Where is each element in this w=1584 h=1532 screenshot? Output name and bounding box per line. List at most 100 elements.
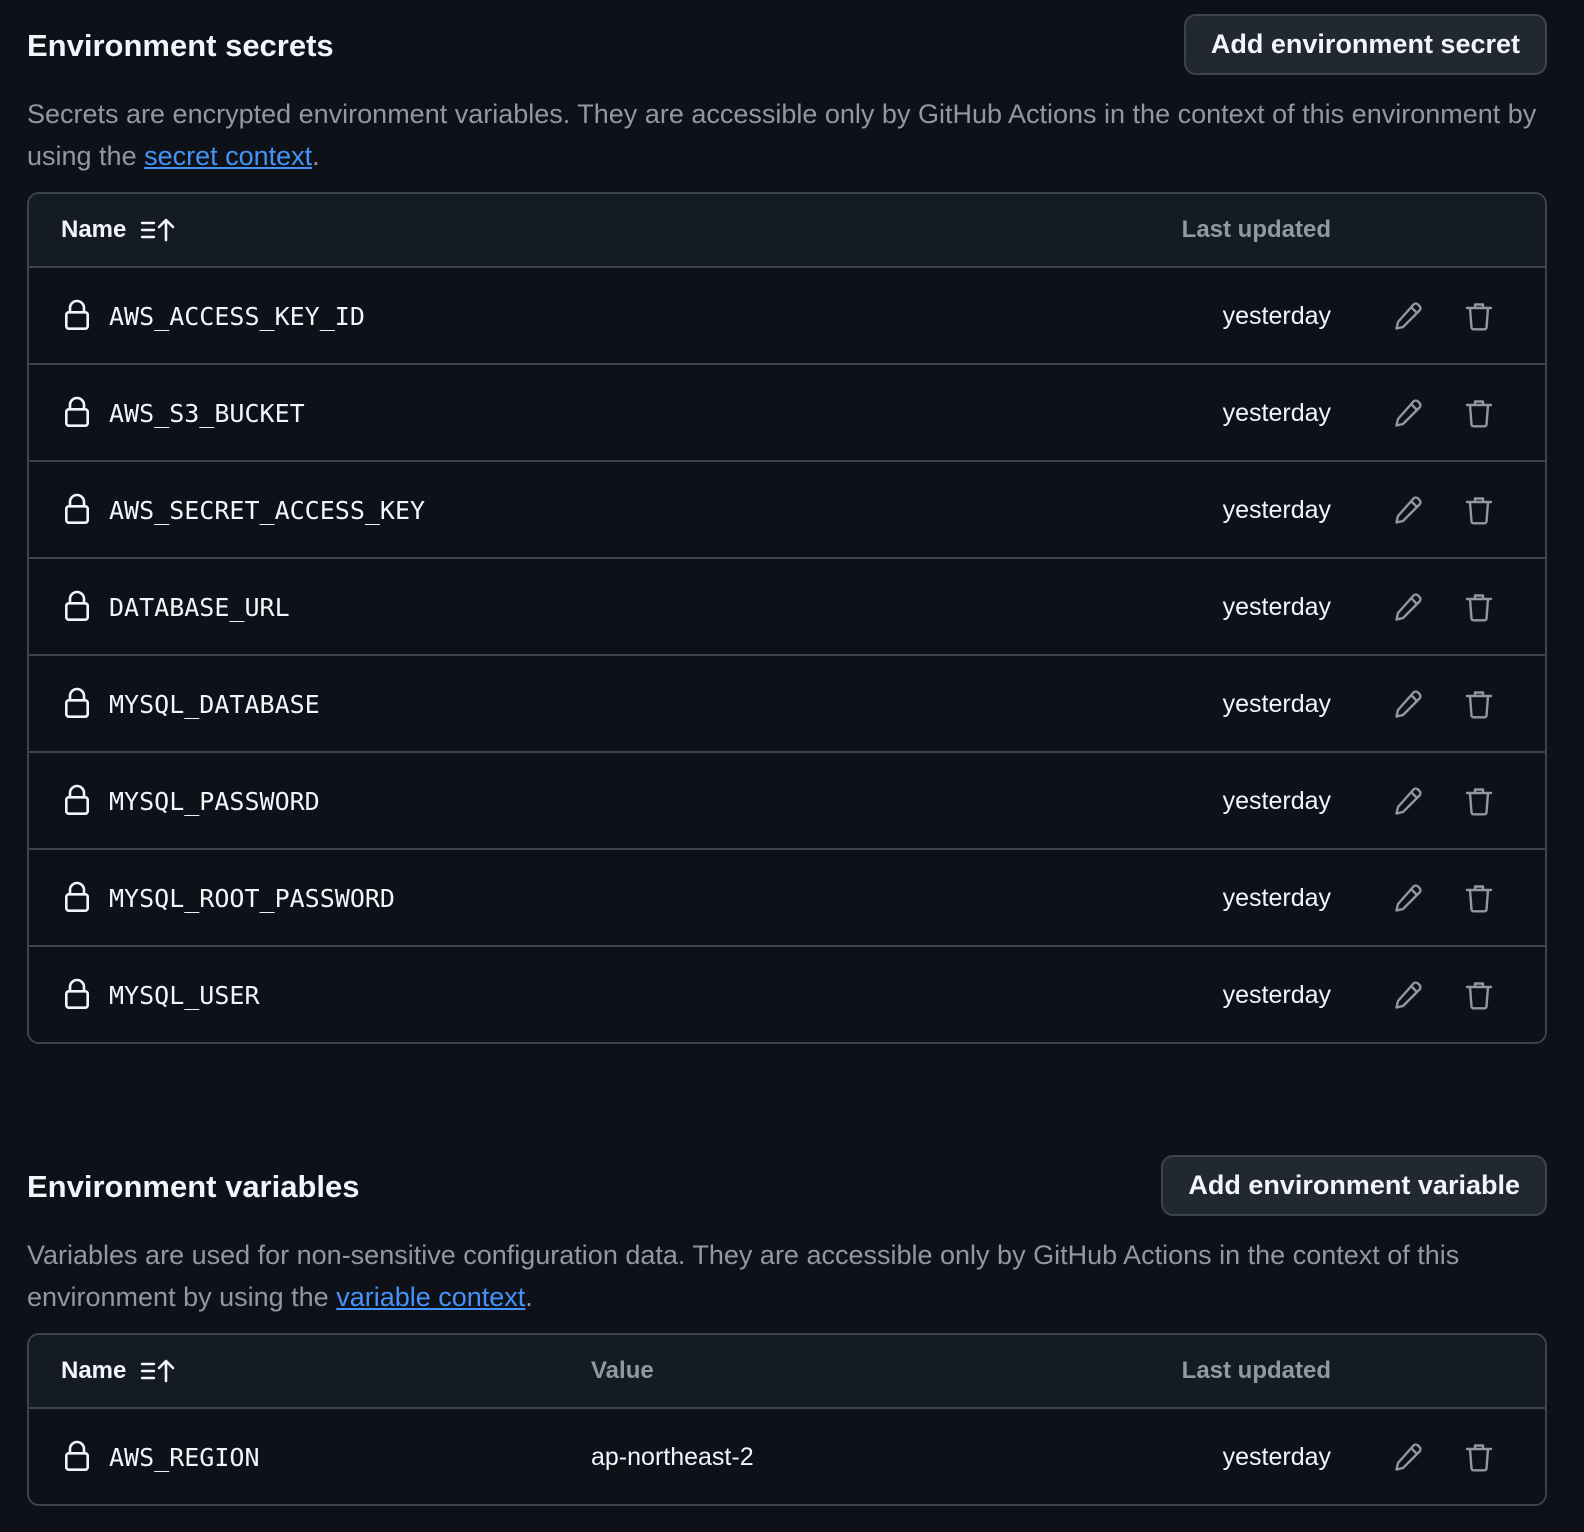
environment-variables-section: Environment variables Add environment va…: [27, 1155, 1547, 1506]
lock-icon: [64, 493, 89, 524]
edit-button[interactable]: [1388, 781, 1428, 821]
row-last-updated: yesterday: [1222, 1443, 1331, 1471]
table-row: AWS_REGION ap-northeast-2 yesterday: [29, 1409, 1545, 1504]
trash-icon: [1465, 400, 1493, 428]
pencil-icon: [1395, 981, 1422, 1009]
table-row: AWS_SECRET_ACCESS_KEY yesterday: [29, 462, 1545, 559]
edit-button[interactable]: [1388, 1437, 1428, 1477]
row-last-updated: yesterday: [1222, 787, 1331, 815]
edit-button[interactable]: [1388, 878, 1428, 918]
lock-icon: [64, 687, 89, 718]
delete-button[interactable]: [1459, 393, 1499, 433]
environment-settings-page: Environment secrets Add environment secr…: [0, 0, 1584, 1532]
row-name: DATABASE_URL: [109, 593, 290, 622]
trash-icon: [1465, 303, 1493, 331]
table-row: AWS_ACCESS_KEY_ID yesterday: [29, 268, 1545, 365]
lock-icon: [64, 881, 89, 912]
row-last-updated: yesterday: [1222, 399, 1331, 427]
trash-icon: [1465, 1444, 1493, 1472]
add-environment-variable-button[interactable]: Add environment variable: [1161, 1155, 1547, 1216]
variables-table-body: AWS_REGION ap-northeast-2 yesterday: [29, 1409, 1545, 1504]
name-column-header[interactable]: Name: [61, 1335, 176, 1407]
row-name: MYSQL_ROOT_PASSWORD: [109, 884, 395, 913]
last-updated-column-header: Last updated: [1181, 216, 1331, 243]
delete-button[interactable]: [1459, 490, 1499, 530]
row-name: AWS_REGION: [109, 1443, 260, 1472]
pencil-icon: [1395, 496, 1422, 524]
delete-button[interactable]: [1459, 587, 1499, 627]
table-row: DATABASE_URL yesterday: [29, 559, 1545, 656]
variable-context-link[interactable]: variable context: [336, 1282, 525, 1312]
pencil-icon: [1395, 884, 1422, 912]
name-column-header[interactable]: Name: [61, 194, 176, 266]
trash-icon: [1465, 497, 1493, 525]
delete-button[interactable]: [1459, 975, 1499, 1015]
lock-icon: [64, 299, 89, 330]
delete-button[interactable]: [1459, 1437, 1499, 1477]
row-name: MYSQL_USER: [109, 981, 260, 1010]
trash-icon: [1465, 691, 1493, 719]
row-last-updated: yesterday: [1222, 690, 1331, 718]
lock-icon: [64, 396, 89, 427]
row-last-updated: yesterday: [1222, 496, 1331, 524]
delete-button[interactable]: [1459, 684, 1499, 724]
secret-context-link[interactable]: secret context: [144, 141, 312, 171]
secrets-description-end: .: [312, 141, 320, 171]
table-row: MYSQL_USER yesterday: [29, 947, 1545, 1042]
secrets-table-header: Name Last updated: [29, 194, 1545, 268]
secrets-description: Secrets are encrypted environment variab…: [27, 93, 1537, 177]
sort-ascending-icon: [141, 218, 175, 242]
trash-icon: [1465, 788, 1493, 816]
row-name: AWS_ACCESS_KEY_ID: [109, 302, 365, 331]
pencil-icon: [1395, 302, 1422, 330]
delete-button[interactable]: [1459, 781, 1499, 821]
variables-table-header: Name Value Last updated: [29, 1335, 1545, 1409]
secrets-title: Environment secrets: [27, 28, 334, 63]
trash-icon: [1465, 594, 1493, 622]
pencil-icon: [1395, 399, 1422, 427]
row-name: AWS_S3_BUCKET: [109, 399, 305, 428]
add-environment-secret-button[interactable]: Add environment secret: [1183, 14, 1547, 75]
delete-button[interactable]: [1459, 296, 1499, 336]
sort-ascending-icon: [141, 1359, 175, 1383]
pencil-icon: [1395, 787, 1422, 815]
pencil-icon: [1395, 690, 1422, 718]
table-row: MYSQL_DATABASE yesterday: [29, 656, 1545, 753]
trash-icon: [1465, 982, 1493, 1010]
value-column-header: Value: [591, 1357, 654, 1384]
pencil-icon: [1395, 593, 1422, 621]
edit-button[interactable]: [1388, 490, 1428, 530]
table-row: AWS_S3_BUCKET yesterday: [29, 365, 1545, 462]
variables-description: Variables are used for non-sensitive con…: [27, 1234, 1537, 1318]
name-column-label: Name: [61, 216, 127, 243]
variables-description-text: Variables are used for non-sensitive con…: [27, 1240, 1460, 1312]
lock-icon: [64, 978, 89, 1009]
edit-button[interactable]: [1388, 296, 1428, 336]
variables-header: Environment variables Add environment va…: [27, 1155, 1547, 1218]
variables-table: Name Value Last updated AWS_REGION ap-no…: [27, 1333, 1547, 1506]
secrets-table-body: AWS_ACCESS_KEY_ID yesterday AWS_S3_BUCKE…: [29, 268, 1545, 1042]
lock-icon: [64, 784, 89, 815]
table-row: MYSQL_ROOT_PASSWORD yesterday: [29, 850, 1545, 947]
delete-button[interactable]: [1459, 878, 1499, 918]
row-last-updated: yesterday: [1222, 981, 1331, 1009]
row-last-updated: yesterday: [1222, 302, 1331, 330]
edit-button[interactable]: [1388, 684, 1428, 724]
edit-button[interactable]: [1388, 975, 1428, 1015]
row-name: AWS_SECRET_ACCESS_KEY: [109, 496, 426, 525]
secrets-table: Name Last updated AWS_ACCESS_KEY_ID yest…: [27, 192, 1547, 1044]
lock-icon: [64, 590, 89, 621]
lock-icon: [64, 1440, 89, 1471]
row-name: MYSQL_PASSWORD: [109, 787, 320, 816]
edit-button[interactable]: [1388, 587, 1428, 627]
trash-icon: [1465, 885, 1493, 913]
secrets-header: Environment secrets Add environment secr…: [27, 14, 1547, 77]
variables-description-end: .: [525, 1282, 533, 1312]
variables-title: Environment variables: [27, 1169, 360, 1204]
row-value: ap-northeast-2: [591, 1443, 754, 1471]
row-last-updated: yesterday: [1222, 884, 1331, 912]
row-last-updated: yesterday: [1222, 593, 1331, 621]
edit-button[interactable]: [1388, 393, 1428, 433]
environment-secrets-section: Environment secrets Add environment secr…: [27, 14, 1547, 1044]
name-column-label: Name: [61, 1357, 127, 1384]
